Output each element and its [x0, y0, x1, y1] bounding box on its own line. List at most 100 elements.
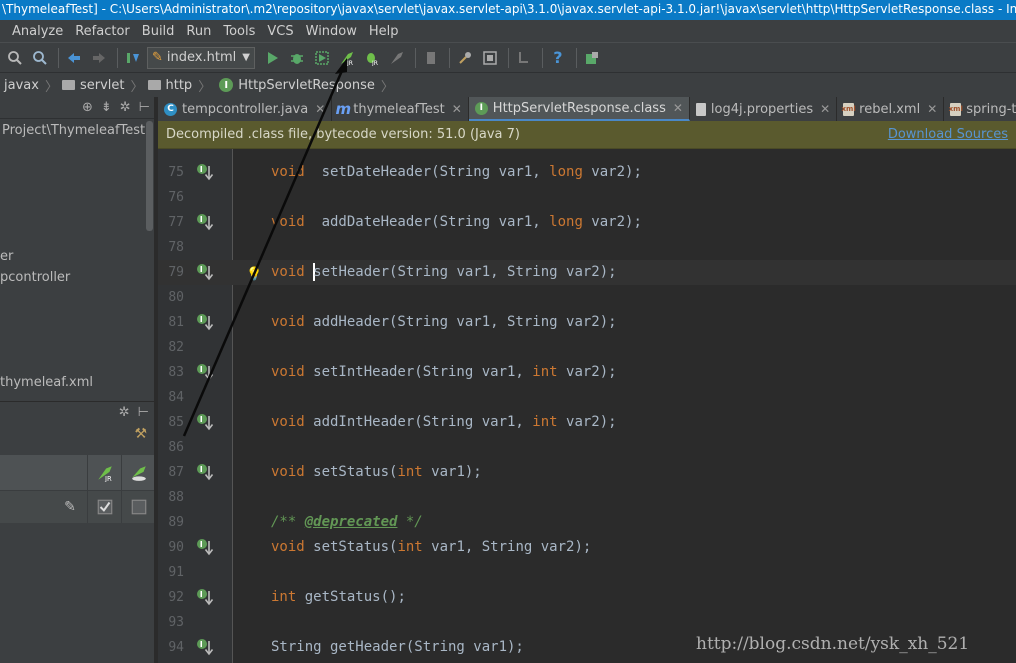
- find-icon[interactable]: [4, 47, 26, 69]
- breadcrumb-javax[interactable]: javax 〉: [0, 76, 58, 95]
- coverage-icon[interactable]: [311, 47, 333, 69]
- project-scrollbar[interactable]: [146, 121, 153, 231]
- tab-rebel-xml[interactable]: xml rebel.xml ✕: [837, 97, 945, 121]
- menu-help[interactable]: Help: [363, 24, 405, 39]
- line-number: 93: [168, 615, 184, 630]
- breadcrumb-httpservletresponse[interactable]: I HttpServletResponse 〉: [211, 76, 394, 95]
- code-line[interactable]: 92 Iint getStatus();: [158, 585, 1016, 610]
- keyword-token: long: [549, 164, 583, 180]
- toolbar-separator: [58, 47, 59, 68]
- svg-text:I: I: [200, 415, 203, 424]
- tree-item[interactable]: er: [0, 249, 13, 264]
- tab-log4j[interactable]: log4j.properties ✕: [690, 97, 838, 121]
- forward-icon[interactable]: [88, 47, 110, 69]
- code-line[interactable]: 89 /** @deprecated */: [158, 510, 1016, 535]
- menu-run[interactable]: Run: [180, 24, 217, 39]
- code-line[interactable]: 78: [158, 235, 1016, 260]
- implemented-icon[interactable]: I: [196, 463, 214, 481]
- code-line[interactable]: 77 Ivoid addDateHeader(String var1, long …: [158, 210, 1016, 235]
- code-token: String getHeader(String var1);: [271, 639, 524, 655]
- run-icon[interactable]: [261, 47, 283, 69]
- implemented-icon[interactable]: I: [196, 213, 214, 231]
- implemented-icon[interactable]: I: [196, 538, 214, 556]
- jrebel-run-icon[interactable]: JR: [87, 455, 121, 490]
- help-icon[interactable]: ?: [547, 47, 569, 69]
- checkbox-checked[interactable]: [87, 491, 121, 523]
- hide-icon[interactable]: ⊢: [139, 100, 150, 115]
- settings-icon[interactable]: ⚒: [134, 426, 147, 442]
- breadcrumb-servlet[interactable]: servlet 〉: [58, 76, 144, 95]
- main-toolbar: ✎ index.html ▼ JR JR ?: [0, 42, 1016, 72]
- jrebel-debug-icon[interactable]: JR: [361, 47, 383, 69]
- code-line[interactable]: 80: [158, 285, 1016, 310]
- checkbox-unchecked[interactable]: [121, 491, 154, 523]
- code-line[interactable]: 82: [158, 335, 1016, 360]
- line-number: 91: [168, 565, 184, 580]
- code-line[interactable]: 86: [158, 435, 1016, 460]
- hide-icon[interactable]: ⊢: [138, 405, 149, 420]
- tab-tempcontroller[interactable]: Ctempcontroller.java ✕: [158, 97, 333, 121]
- make-icon[interactable]: [122, 47, 144, 69]
- tree-item-project[interactable]: Project\ThymeleafTest: [2, 123, 145, 138]
- code-line[interactable]: 81 Ivoid addHeader(String var1, String va…: [158, 310, 1016, 335]
- implemented-icon[interactable]: I: [196, 163, 214, 181]
- settings-icon[interactable]: [454, 47, 476, 69]
- close-icon[interactable]: ✕: [820, 102, 830, 116]
- code-line[interactable]: 93: [158, 610, 1016, 635]
- gear-icon[interactable]: ✲: [119, 405, 130, 420]
- code-line[interactable]: 76: [158, 185, 1016, 210]
- code-line[interactable]: 83 Ivoid setIntHeader(String var1, int va…: [158, 360, 1016, 385]
- run-config-select[interactable]: ✎ index.html ▼: [147, 46, 255, 69]
- implemented-icon[interactable]: I: [196, 313, 214, 331]
- debug-icon[interactable]: [286, 47, 308, 69]
- tab-httpservletresponse[interactable]: I HttpServletResponse.class ✕: [468, 97, 690, 121]
- menu-analyze[interactable]: Analyze: [0, 24, 69, 39]
- sdk-icon[interactable]: [513, 47, 535, 69]
- folder-icon: [147, 80, 161, 90]
- svg-text:I: I: [200, 215, 203, 224]
- close-icon[interactable]: ✕: [673, 101, 683, 115]
- implemented-icon[interactable]: I: [196, 588, 214, 606]
- close-icon[interactable]: ✕: [315, 102, 325, 116]
- implemented-icon[interactable]: I: [196, 413, 214, 431]
- jrebel-remote-icon[interactable]: [121, 455, 154, 490]
- tab-spring-thymeleaf[interactable]: xmlspring-thymelea: [944, 97, 1016, 121]
- menu-tools[interactable]: Tools: [217, 24, 261, 39]
- download-sources-link[interactable]: Download Sources: [888, 127, 1008, 142]
- code-line[interactable]: 87 Ivoid setStatus(int var1);: [158, 460, 1016, 485]
- code-line[interactable]: 85 Ivoid addIntHeader(String var1, int va…: [158, 410, 1016, 435]
- code-line[interactable]: 88: [158, 485, 1016, 510]
- gear-icon[interactable]: ✲: [120, 100, 131, 115]
- svg-text:I: I: [200, 365, 203, 374]
- tree-item-controller[interactable]: pcontroller: [0, 270, 70, 285]
- code-line[interactable]: 84: [158, 385, 1016, 410]
- menu-build[interactable]: Build: [136, 24, 181, 39]
- close-icon[interactable]: ✕: [452, 102, 462, 116]
- menu-window[interactable]: Window: [300, 24, 363, 39]
- code-editor[interactable]: 75 Ivoid setDateHeader(String var1, long …: [158, 149, 1016, 663]
- close-icon[interactable]: ✕: [927, 102, 937, 116]
- code-line[interactable]: 79 I 💡 void setHeader(String var1, String v…: [158, 260, 1016, 285]
- intention-bulb-icon[interactable]: 💡: [246, 262, 262, 287]
- implemented-icon[interactable]: I: [196, 263, 214, 281]
- implemented-icon[interactable]: I: [196, 363, 214, 381]
- jrebel-run-icon[interactable]: JR: [336, 47, 358, 69]
- replace-icon[interactable]: [29, 47, 51, 69]
- stop-icon[interactable]: [386, 47, 408, 69]
- menu-refactor[interactable]: Refactor: [69, 24, 136, 39]
- structure-icon[interactable]: [420, 47, 442, 69]
- scroll-from-source-icon[interactable]: ⊕: [82, 100, 93, 115]
- tab-thymeleaftest[interactable]: m thymeleafTest ✕: [332, 97, 469, 121]
- code-line[interactable]: 91: [158, 560, 1016, 585]
- implemented-icon[interactable]: I: [196, 638, 214, 656]
- collapse-icon[interactable]: ⇟: [101, 100, 112, 115]
- back-icon[interactable]: [63, 47, 85, 69]
- tree-item-xml[interactable]: thymeleaf.xml: [0, 375, 93, 390]
- menu-vcs[interactable]: VCS: [261, 24, 299, 39]
- plugin-icon[interactable]: [581, 47, 603, 69]
- edit-icon[interactable]: ✎: [53, 491, 87, 523]
- breadcrumb-http[interactable]: http 〉: [144, 76, 211, 95]
- project-structure-icon[interactable]: [479, 47, 501, 69]
- code-line[interactable]: 75 Ivoid setDateHeader(String var1, long …: [158, 160, 1016, 185]
- code-line[interactable]: 90 Ivoid setStatus(int var1, String var2)…: [158, 535, 1016, 560]
